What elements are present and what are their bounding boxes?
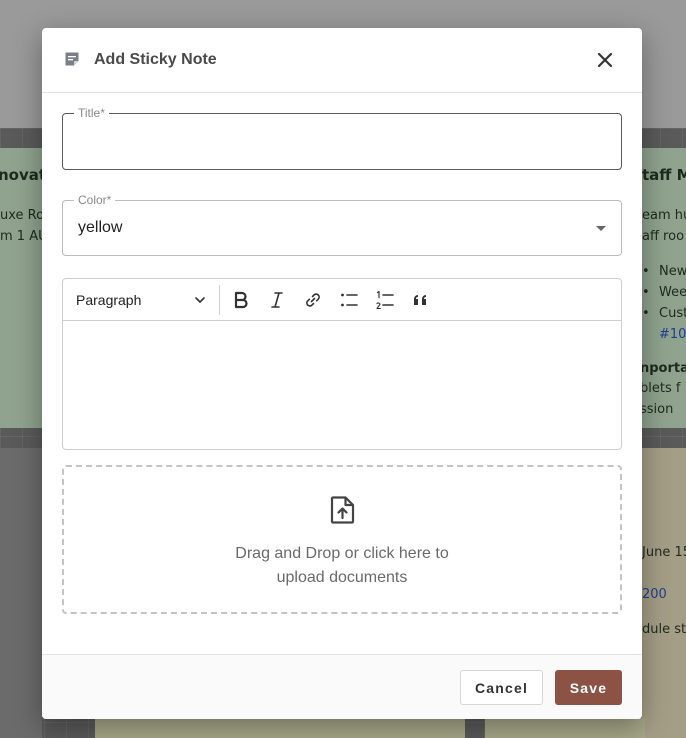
add-sticky-note-dialog: Add Sticky Note Title* Color* yellow Par…: [42, 28, 642, 719]
note-bullet: •: [642, 264, 650, 279]
note-line: ssion: [642, 402, 674, 417]
sticky-note-bottom: [95, 718, 465, 738]
note-link: 200: [642, 587, 667, 602]
upload-dropzone[interactable]: Drag and Drop or click here to upload do…: [62, 465, 622, 614]
editor-content-area[interactable]: [63, 322, 621, 449]
color-select[interactable]: Color* yellow: [62, 193, 622, 256]
dialog-title: Add Sticky Note: [94, 51, 217, 68]
bulleted-list-icon[interactable]: [339, 290, 359, 310]
note-link: #10: [659, 327, 686, 342]
sticky-note-bottom-2: [485, 718, 645, 738]
note-line: blets f: [642, 381, 681, 396]
cancel-button[interactable]: Cancel: [460, 670, 543, 705]
bold-icon[interactable]: [231, 290, 251, 310]
color-select-value: yellow: [78, 219, 123, 236]
dialog-header: Add Sticky Note: [42, 28, 642, 93]
sticky-note-right: taff M eam hu aff roo • New • Wee • Cust…: [642, 148, 686, 428]
color-field-label: Color*: [74, 193, 116, 207]
note-line: aff roo: [642, 229, 685, 244]
title-input[interactable]: [77, 128, 607, 156]
dropzone-label: Drag and Drop or click here to upload do…: [235, 545, 449, 586]
blockquote-icon[interactable]: [411, 290, 431, 310]
note-line: dule st: [642, 622, 686, 637]
italic-icon[interactable]: [267, 290, 287, 310]
note-important: nportan: [642, 361, 686, 376]
link-icon[interactable]: [303, 290, 323, 310]
note-line: June 15: [642, 545, 686, 560]
board-cell-left: [0, 448, 42, 738]
note-bullet: •: [642, 306, 650, 321]
chevron-down-icon[interactable]: [194, 294, 206, 306]
note-line: eam hu: [642, 208, 686, 223]
note-title: taff M: [642, 166, 686, 184]
note-line: uxe Ro: [0, 208, 42, 223]
note-title: novati: [0, 166, 42, 184]
sticky-note-right-bottom: June 15 200 dule st: [642, 448, 686, 738]
sticky-note-left: novati uxe Ro m 1 AU: [0, 148, 42, 428]
dropzone-text: Drag and Drop or click here to upload do…: [64, 542, 620, 590]
file-upload-icon: [330, 496, 355, 524]
sticky-note-icon: [65, 52, 79, 66]
editor-toolbar: Paragraph: [63, 279, 621, 321]
dialog-footer: Cancel Save: [42, 654, 642, 719]
close-icon[interactable]: [594, 49, 616, 71]
note-bullet: •: [642, 285, 650, 300]
title-field: Title*: [62, 106, 622, 170]
toolbar-divider: [219, 285, 220, 315]
note-bullet-text: Wee: [659, 285, 686, 300]
numbered-list-icon[interactable]: [375, 290, 395, 310]
title-field-label: Title*: [74, 106, 109, 120]
dropdown-arrow-icon[interactable]: [596, 226, 606, 231]
rich-text-editor: Paragraph: [62, 278, 622, 450]
note-line: m 1 AU: [0, 229, 42, 244]
note-bullet-text: New: [659, 264, 686, 279]
save-button[interactable]: Save: [555, 670, 622, 705]
note-bullet-text: Cust: [659, 306, 686, 321]
block-type-select[interactable]: Paragraph: [76, 292, 141, 308]
